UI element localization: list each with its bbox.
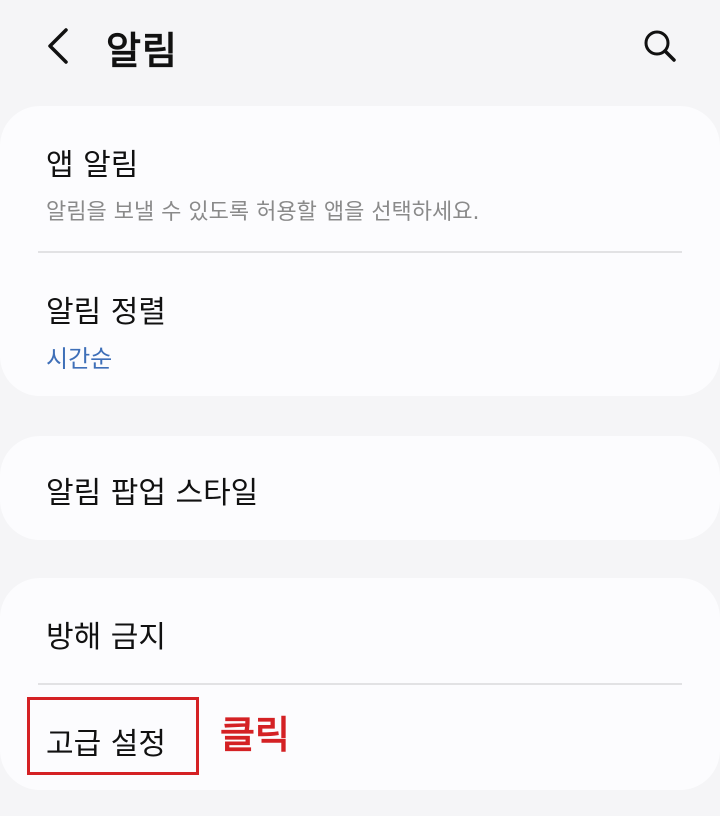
page-title: 알림 (106, 29, 178, 73)
notification-popup-style-item[interactable]: 알림 팝업 스타일 (0, 436, 720, 540)
highlight-box (27, 697, 199, 775)
chevron-left-icon (48, 28, 68, 64)
item-title: 알림 팝업 스타일 (46, 476, 259, 511)
settings-card-notifications: 앱 알림 알림을 보낼 수 있도록 허용할 앱을 선택하세요. 알림 정렬 시간… (0, 106, 720, 396)
do-not-disturb-item[interactable]: 방해 금지 (0, 578, 720, 684)
item-title: 알림 정렬 (46, 295, 166, 330)
item-value: 시간순 (46, 345, 113, 373)
settings-card-popup: 알림 팝업 스타일 (0, 436, 720, 540)
app-bar: 알림 (0, 0, 720, 100)
search-button[interactable] (636, 22, 684, 70)
item-title: 방해 금지 (46, 620, 166, 655)
search-icon (644, 30, 676, 62)
notification-sort-item[interactable]: 알림 정렬 시간순 (0, 253, 720, 396)
annotation-label: 클릭 (220, 713, 290, 757)
back-button[interactable] (36, 22, 84, 70)
app-notifications-item[interactable]: 앱 알림 알림을 보낼 수 있도록 허용할 앱을 선택하세요. (0, 106, 720, 252)
item-subtitle: 알림을 보낼 수 있도록 허용할 앱을 선택하세요. (46, 200, 480, 225)
item-title: 앱 알림 (46, 148, 139, 183)
